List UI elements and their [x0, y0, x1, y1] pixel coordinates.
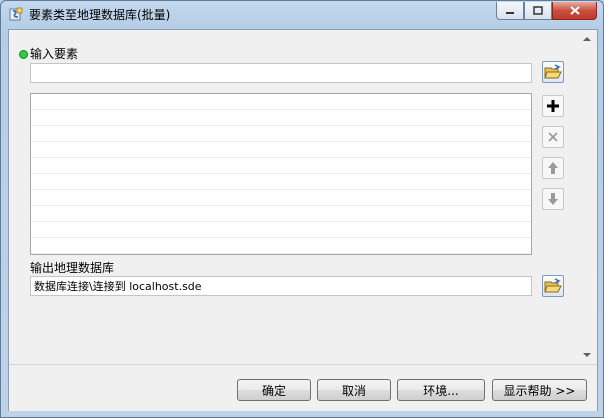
dialog-window: 要素类至地理数据库(批量) 输入要素 输出地理数据库 数据库连接\连接到 loc… [0, 0, 604, 418]
list-item[interactable] [31, 126, 531, 142]
window-controls [496, 2, 597, 20]
input-features-list[interactable] [30, 93, 532, 255]
scroll-down-arrow-icon[interactable] [583, 353, 591, 357]
input-features-field[interactable] [30, 63, 532, 83]
close-button[interactable] [552, 2, 597, 20]
list-item[interactable] [31, 94, 531, 110]
dialog-button-bar: 确定 取消 环境... 显示帮助 >> [9, 364, 597, 411]
dialog-client-area: 输入要素 输出地理数据库 数据库连接\连接到 localhost.sde 确定 … [8, 29, 598, 411]
arrow-up-icon [548, 162, 558, 174]
list-item[interactable] [31, 206, 531, 222]
window-title: 要素类至地理数据库(批量) [29, 8, 171, 22]
minimize-icon [506, 11, 514, 14]
required-indicator-icon [19, 50, 28, 59]
plus-icon [547, 100, 559, 112]
move-down-button[interactable] [542, 188, 564, 210]
list-item[interactable] [31, 158, 531, 174]
vertical-scrollbar[interactable] [579, 30, 596, 364]
title-bar[interactable]: 要素类至地理数据库(批量) [1, 1, 603, 27]
toolbox-script-icon [9, 7, 23, 21]
list-item[interactable] [31, 238, 531, 254]
list-item[interactable] [31, 190, 531, 206]
list-item[interactable] [31, 110, 531, 126]
browse-input-button[interactable] [542, 61, 564, 83]
list-item[interactable] [31, 142, 531, 158]
output-gdb-field[interactable]: 数据库连接\连接到 localhost.sde [30, 276, 532, 296]
list-item[interactable] [31, 174, 531, 190]
arrow-down-icon [548, 193, 558, 205]
scroll-up-arrow-icon[interactable] [583, 37, 591, 41]
cancel-button[interactable]: 取消 [317, 379, 391, 401]
list-item[interactable] [31, 222, 531, 238]
parameters-panel: 输入要素 输出地理数据库 数据库连接\连接到 localhost.sde [9, 30, 579, 364]
environments-button[interactable]: 环境... [397, 379, 485, 401]
maximize-button[interactable] [524, 2, 552, 20]
remove-item-button[interactable] [542, 126, 564, 148]
ok-button[interactable]: 确定 [237, 379, 311, 401]
output-gdb-label: 输出地理数据库 [30, 261, 115, 275]
minimize-button[interactable] [496, 2, 524, 20]
maximize-icon [533, 6, 543, 15]
add-item-button[interactable] [542, 95, 564, 117]
browse-output-button[interactable] [542, 275, 564, 297]
close-icon [569, 6, 580, 15]
open-folder-icon [544, 278, 562, 293]
input-features-label: 输入要素 [30, 47, 79, 61]
move-up-button[interactable] [542, 157, 564, 179]
show-help-button[interactable]: 显示帮助 >> [492, 379, 587, 401]
open-folder-icon [544, 64, 562, 79]
x-icon [548, 132, 558, 142]
